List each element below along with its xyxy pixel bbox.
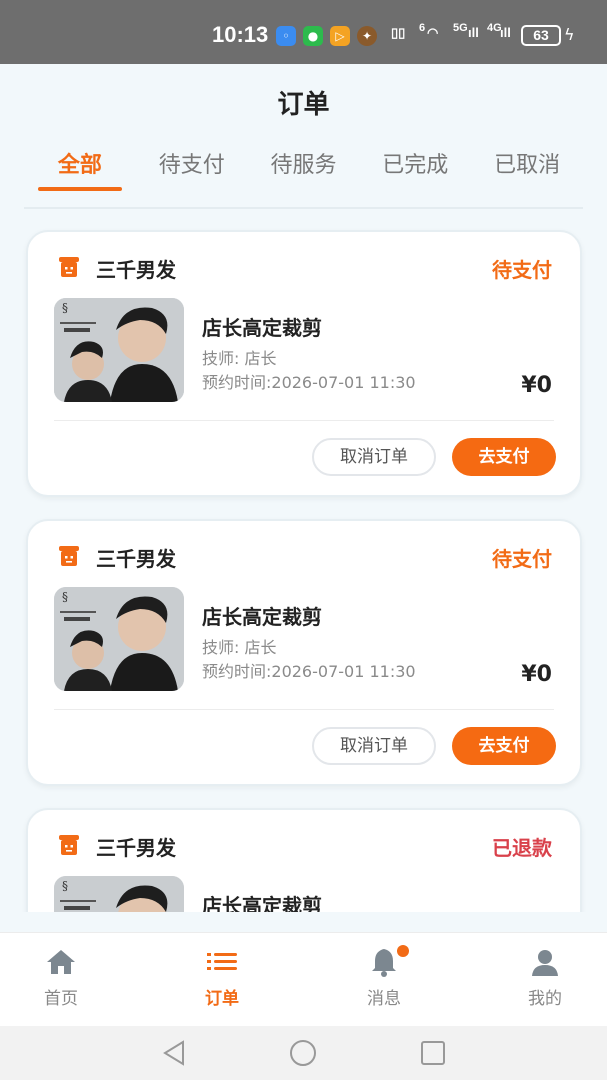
order-card[interactable]: 三千男发 待支付 § 店长高定裁剪 技师: 店长 预约时间:2026-07-01… [26, 519, 582, 786]
shop-name: 三千男发 [96, 836, 176, 860]
cancel-order-button[interactable]: 取消订单 [312, 438, 436, 476]
service-thumbnail[interactable]: § [54, 876, 184, 912]
notification-app-icon: ◦ [276, 26, 296, 46]
appointment-time: 预约时间:2026-07-01 11:30 [202, 373, 416, 392]
wechat-icon: ● [303, 26, 323, 46]
user-icon [532, 950, 558, 976]
battery-indicator: 63 [521, 25, 561, 46]
tab-all[interactable]: 全部 [24, 145, 136, 207]
list-icon [207, 953, 237, 970]
technician-label: 技师: 店长 [202, 349, 277, 368]
appointment-time: 预约时间:2026-07-01 11:30 [202, 662, 416, 681]
order-card[interactable]: 三千男发 待支付 § 店长高定裁剪 技师: 店长 预约时间:2026-07-01… [26, 230, 582, 497]
service-thumbnail[interactable]: § [54, 587, 184, 691]
service-thumbnail[interactable]: § [54, 298, 184, 402]
order-list[interactable]: 三千男发 待支付 § 店长高定裁剪 技师: 店长 预约时间:2026-07-01… [0, 212, 607, 912]
service-name: 店长高定裁剪 [202, 894, 322, 912]
service-name: 店长高定裁剪 [202, 316, 322, 340]
pay-button[interactable]: 去支付 [452, 727, 556, 765]
bottom-nav: 首页 订单 消息 我的 [0, 932, 607, 1026]
home-icon [47, 950, 75, 974]
unread-badge [397, 945, 409, 957]
recents-icon[interactable] [418, 1038, 448, 1068]
svg-text:§: § [62, 879, 68, 893]
status-time: 10:13 [212, 22, 269, 47]
wifi-icon: ◠ [427, 25, 439, 40]
card-divider [54, 420, 554, 421]
nav-orders-label: 订单 [205, 989, 239, 1009]
signal-icon-2: ıll [500, 25, 511, 40]
play-app-icon: ▷ [330, 26, 350, 46]
card-divider [54, 709, 554, 710]
back-icon[interactable] [159, 1038, 189, 1068]
network-5g-label: 5G [453, 22, 468, 34]
nav-messages-label: 消息 [367, 989, 401, 1009]
home-circle-icon[interactable] [288, 1038, 318, 1068]
bell-icon [372, 949, 396, 977]
nav-home[interactable]: 首页 [11, 933, 111, 1027]
order-card[interactable]: 三千男发 已退款 § 店长高定裁剪 [26, 808, 582, 912]
network-label: 6 [419, 22, 426, 34]
nav-profile-label: 我的 [528, 989, 562, 1009]
pay-button[interactable]: 去支付 [452, 438, 556, 476]
order-price: ¥0 [521, 373, 552, 398]
svg-text:§: § [62, 590, 68, 604]
signal-icon: ıll [468, 25, 479, 40]
shop-icon [59, 835, 79, 855]
vibrate-icon: ▯▯ [391, 25, 406, 40]
status-bar: 10:13 ◦ ● ▷ ✦ ▯▯ 6 ◠ 5G ıll 4G ıll 63 ϟ [0, 0, 607, 64]
order-status: 待支付 [492, 547, 552, 571]
page-title: 订单 [277, 90, 330, 120]
nav-home-label: 首页 [44, 989, 78, 1009]
order-tabs: 全部 待支付 待服务 已完成 已取消 [24, 145, 583, 209]
tab-pending-payment[interactable]: 待支付 [136, 145, 248, 207]
svg-text:§: § [62, 301, 68, 315]
shop-name: 三千男发 [96, 547, 176, 571]
order-status: 待支付 [492, 258, 552, 282]
game-app-icon: ✦ [357, 26, 377, 46]
system-nav-bar [0, 1026, 607, 1080]
shop-name: 三千男发 [96, 258, 176, 282]
cancel-order-button[interactable]: 取消订单 [312, 727, 436, 765]
technician-label: 技师: 店长 [202, 638, 277, 657]
charging-icon: ϟ [564, 25, 575, 44]
nav-profile[interactable]: 我的 [495, 933, 595, 1027]
tab-completed[interactable]: 已完成 [359, 145, 471, 207]
tab-pending-service[interactable]: 待服务 [248, 145, 360, 207]
order-status: 已退款 [492, 836, 552, 860]
service-name: 店长高定裁剪 [202, 605, 322, 629]
nav-orders[interactable]: 订单 [172, 933, 272, 1027]
shop-icon [59, 546, 79, 566]
shop-icon [59, 257, 79, 277]
tab-cancelled[interactable]: 已取消 [471, 145, 583, 207]
order-price: ¥0 [521, 662, 552, 687]
nav-messages[interactable]: 消息 [334, 933, 434, 1027]
